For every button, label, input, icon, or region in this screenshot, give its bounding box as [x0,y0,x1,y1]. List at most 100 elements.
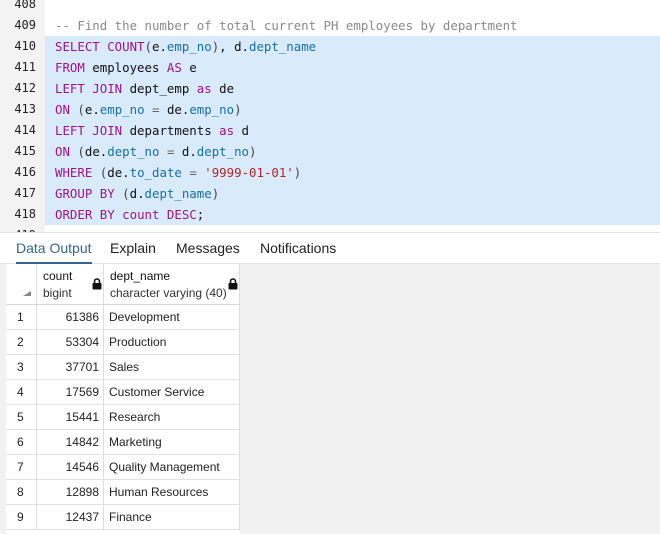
line-number: 415 [14,144,36,158]
column-name: dept_name [110,269,171,283]
code-line[interactable]: 410 SELECT COUNT(e.emp_no), d.dept_name [0,36,660,57]
code-token: GROUP BY [55,186,115,201]
code-token: e [181,60,197,75]
column-type: bigint [43,286,72,300]
code-line[interactable]: 409 -- Find the number of total current P… [0,15,660,36]
code-token: ON [55,102,70,117]
code-token: SELECT COUNT [55,39,145,54]
code-token: ON [55,144,70,159]
code-token: ( [122,186,130,201]
line-number: 412 [14,81,36,95]
row-number-header[interactable] [6,264,37,305]
tab-messages[interactable]: Messages [176,233,240,264]
cell-count[interactable]: 53304 [37,330,104,354]
line-number: 416 [14,165,36,179]
code-token: LEFT JOIN [55,123,123,138]
cell-dept-name[interactable]: Development [104,305,240,329]
code-line[interactable]: 418 ORDER BY count DESC; [0,204,660,225]
code-line[interactable]: 416 WHERE (de.to_date = '9999-01-01') [0,162,660,183]
result-grid: count bigint dept_name character varying… [6,264,240,534]
cell-dept-name[interactable]: Research [104,405,240,429]
cell-dept-name[interactable]: Finance [104,505,240,529]
row-number[interactable]: 9 [6,505,37,529]
code-line[interactable]: 412 LEFT JOIN dept_emp as de [0,78,660,99]
line-number: 410 [14,39,36,53]
code-token: WHERE [55,165,93,180]
code-token: e. [84,102,100,117]
row-number[interactable]: 3 [6,355,37,379]
cell-dept-name[interactable]: Production [104,330,240,354]
code-token: emp_no [166,39,212,54]
cell-count[interactable]: 61386 [37,305,104,329]
lock-icon [92,278,102,290]
code-token: ( [144,39,152,54]
table-row[interactable]: 9 12437 Finance [6,505,240,530]
table-row[interactable]: 4 17569 Customer Service [6,380,240,405]
code-token: departments [122,123,220,138]
table-row[interactable]: 5 15441 Research [6,405,240,430]
cell-dept-name[interactable]: Marketing [104,430,240,454]
code-token: ) [293,165,302,180]
code-line[interactable]: 408 [0,0,660,15]
code-token: as [196,81,212,96]
table-row[interactable]: 3 37701 Sales [6,355,240,380]
code-token: de. [159,102,190,117]
code-token: d. [129,186,145,201]
tab-notifications[interactable]: Notifications [260,233,336,264]
code-line[interactable]: 414 LEFT JOIN departments as d [0,120,660,141]
code-token: dept_name [144,186,212,201]
cell-dept-name[interactable]: Human Resources [104,480,240,504]
code-line[interactable]: 415 ON (de.dept_no = d.dept_no) [0,141,660,162]
row-number[interactable]: 5 [6,405,37,429]
code-text: FROM employees AS e [45,57,660,78]
line-number: 411 [14,60,36,74]
cell-count[interactable]: 14842 [37,430,104,454]
cell-dept-name[interactable]: Customer Service [104,380,240,404]
row-number[interactable]: 2 [6,330,37,354]
result-grid-area: count bigint dept_name character varying… [0,264,660,534]
cell-count[interactable]: 17569 [37,380,104,404]
cell-count[interactable]: 12437 [37,505,104,529]
code-text: WHERE (de.to_date = '9999-01-01') [45,162,660,183]
code-token: -- Find the number of total current PH e… [55,18,518,33]
code-token: as [219,123,235,138]
row-number[interactable]: 6 [6,430,37,454]
lock-icon [228,278,238,290]
cell-count[interactable]: 15441 [37,405,104,429]
table-row[interactable]: 2 53304 Production [6,330,240,355]
code-token: d. [174,144,197,159]
cell-dept-name[interactable]: Sales [104,355,240,379]
tab-explain[interactable]: Explain [110,233,156,264]
table-row[interactable]: 8 12898 Human Resources [6,480,240,505]
row-number[interactable]: 4 [6,380,37,404]
code-line[interactable]: 413 ON (e.emp_no = de.emp_no) [0,99,660,120]
code-text: LEFT JOIN departments as d [45,120,660,141]
code-token: to_date [129,165,182,180]
code-line[interactable]: 417 GROUP BY (d.dept_name) [0,183,660,204]
tab-data-output[interactable]: Data Output [16,233,92,264]
column-header-count[interactable]: count bigint [37,264,104,305]
code-line[interactable]: 419 [0,225,660,232]
row-number[interactable]: 7 [6,455,37,479]
cell-count[interactable]: 14546 [37,455,104,479]
table-row[interactable]: 1 61386 Development [6,305,240,330]
code-text: LEFT JOIN dept_emp as de [45,78,660,99]
cell-count[interactable]: 12898 [37,480,104,504]
code-token: AS [166,60,182,75]
column-name: count [43,269,73,283]
table-row[interactable]: 7 14546 Quality Management [6,455,240,480]
row-number[interactable]: 1 [6,305,37,329]
code-token: count DESC [122,207,197,222]
table-row[interactable]: 6 14842 Marketing [6,430,240,455]
line-number: 417 [14,186,36,200]
sort-triangle-icon [23,291,31,296]
sql-editor[interactable]: 408 409 -- Find the number of total curren… [0,0,660,232]
code-line[interactable]: 411 FROM employees AS e [0,57,660,78]
column-header-dept-name[interactable]: dept_name character varying (40) [104,264,240,305]
code-token: dept_no [107,144,160,159]
cell-count[interactable]: 37701 [37,355,104,379]
code-text: GROUP BY (d.dept_name) [45,183,660,204]
cell-dept-name[interactable]: Quality Management [104,455,240,479]
row-number[interactable]: 8 [6,480,37,504]
